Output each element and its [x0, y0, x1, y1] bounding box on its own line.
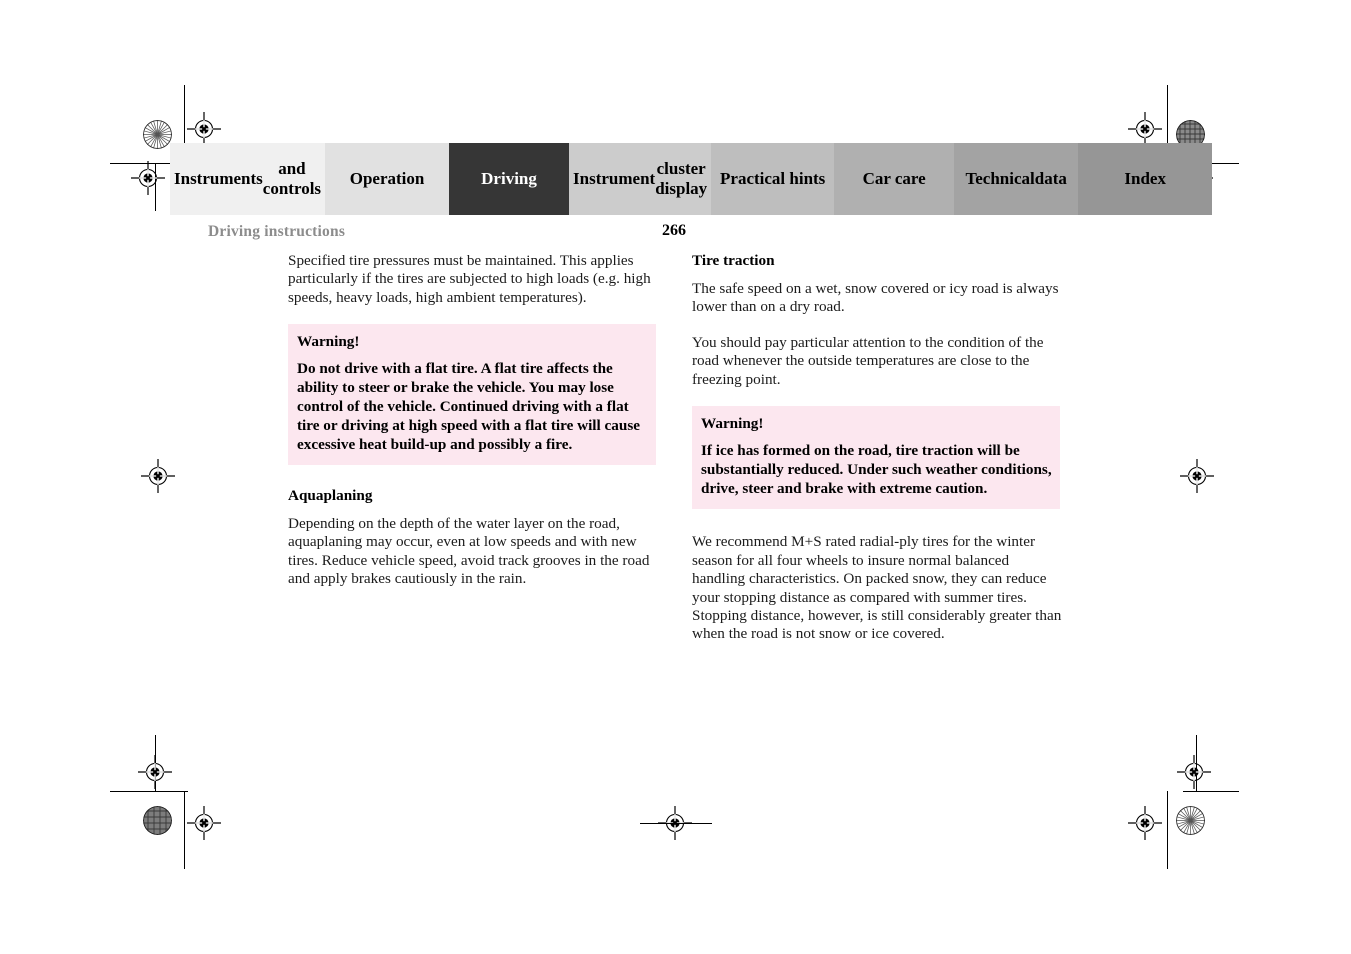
registration-mark-top-left-inner — [187, 112, 221, 146]
page-number: 266 — [662, 222, 686, 239]
tab-label-line: Car care — [862, 168, 926, 188]
registration-mark-left-lower — [138, 755, 172, 789]
tab-label-line: Instruments — [174, 168, 263, 188]
crop-line-horizontal-bottom-right — [1183, 791, 1239, 792]
tab-label-line: Driving — [481, 168, 537, 188]
tab-label-line: Practical hints — [720, 168, 826, 188]
density-target-bottom-right — [1176, 806, 1205, 835]
warning-title: Warning! — [297, 333, 360, 351]
tab-label-line: Technical — [965, 168, 1035, 188]
warning-box-ice: Warning! If ice has formed on the road, … — [692, 406, 1060, 510]
tab-label-line: Instrument — [573, 168, 656, 188]
tab-car-care[interactable]: Car care — [834, 143, 955, 215]
crop-line-bottom-center — [640, 823, 712, 824]
tab-label-line: cluster display — [655, 158, 708, 198]
right-text-column: Tire traction The safe speed on a wet, s… — [692, 252, 1062, 644]
warning-title: Warning! — [701, 415, 764, 433]
crop-line-vertical-bottom-right — [1167, 791, 1168, 869]
tab-instrument-cluster-display[interactable]: Instrument cluster display — [569, 143, 712, 215]
paragraph-safe-speed: The safe speed on a wet, snow covered or… — [692, 280, 1059, 316]
paragraph-aquaplaning: Depending on the depth of the water laye… — [288, 515, 650, 588]
left-text-column: Specified tire pressures must be maintai… — [288, 252, 658, 589]
crop-line-horizontal-bottom-left — [110, 791, 188, 792]
running-head: Driving instructions — [208, 223, 346, 240]
crop-line-vertical-bottom-left — [184, 791, 185, 869]
heading-aquaplaning: Aquaplaning — [288, 487, 373, 505]
tab-technical-data[interactable]: Technical data — [954, 143, 1079, 215]
tab-label-line: and controls — [262, 158, 322, 198]
warning-box-flat-tire: Warning! Do not drive with a flat tire. … — [288, 324, 656, 466]
registration-mark-left-upper — [131, 161, 165, 195]
tab-label-line: data — [1034, 168, 1067, 188]
density-target-top-left — [143, 120, 172, 149]
tab-label-line: Index — [1124, 168, 1166, 188]
registration-mark-top-right-inner — [1128, 112, 1162, 146]
tab-instruments-and-controls[interactable]: Instruments and controls — [170, 143, 326, 215]
paragraph-tire-pressure: Specified tire pressures must be maintai… — [288, 252, 651, 306]
paragraph-winter-tires: We recommend M+S rated radial-ply tires … — [692, 533, 1062, 643]
registration-mark-right-middle — [1180, 459, 1214, 493]
registration-mark-bottom-left-inner — [187, 806, 221, 840]
registration-mark-bottom-right-inner — [1128, 806, 1162, 840]
registration-mark-right-lower — [1177, 755, 1211, 789]
density-target-bottom-left — [143, 806, 172, 835]
tab-label-line: Operation — [349, 168, 425, 188]
tab-operation[interactable]: Operation — [325, 143, 450, 215]
registration-mark-left-middle — [141, 459, 175, 493]
tab-practical-hints[interactable]: Practical hints — [711, 143, 835, 215]
heading-tire-traction: Tire traction — [692, 252, 775, 269]
warning-body: If ice has formed on the road, tire trac… — [701, 442, 1052, 498]
section-tab-bar: Instruments and controls Operation Driving I… — [170, 143, 1213, 215]
tab-driving[interactable]: Driving — [449, 143, 570, 215]
tab-index[interactable]: Index — [1078, 143, 1213, 215]
paragraph-road-condition: You should pay particular attention to t… — [692, 333, 1044, 388]
warning-body: Do not drive with a flat tire. A flat ti… — [297, 360, 640, 454]
